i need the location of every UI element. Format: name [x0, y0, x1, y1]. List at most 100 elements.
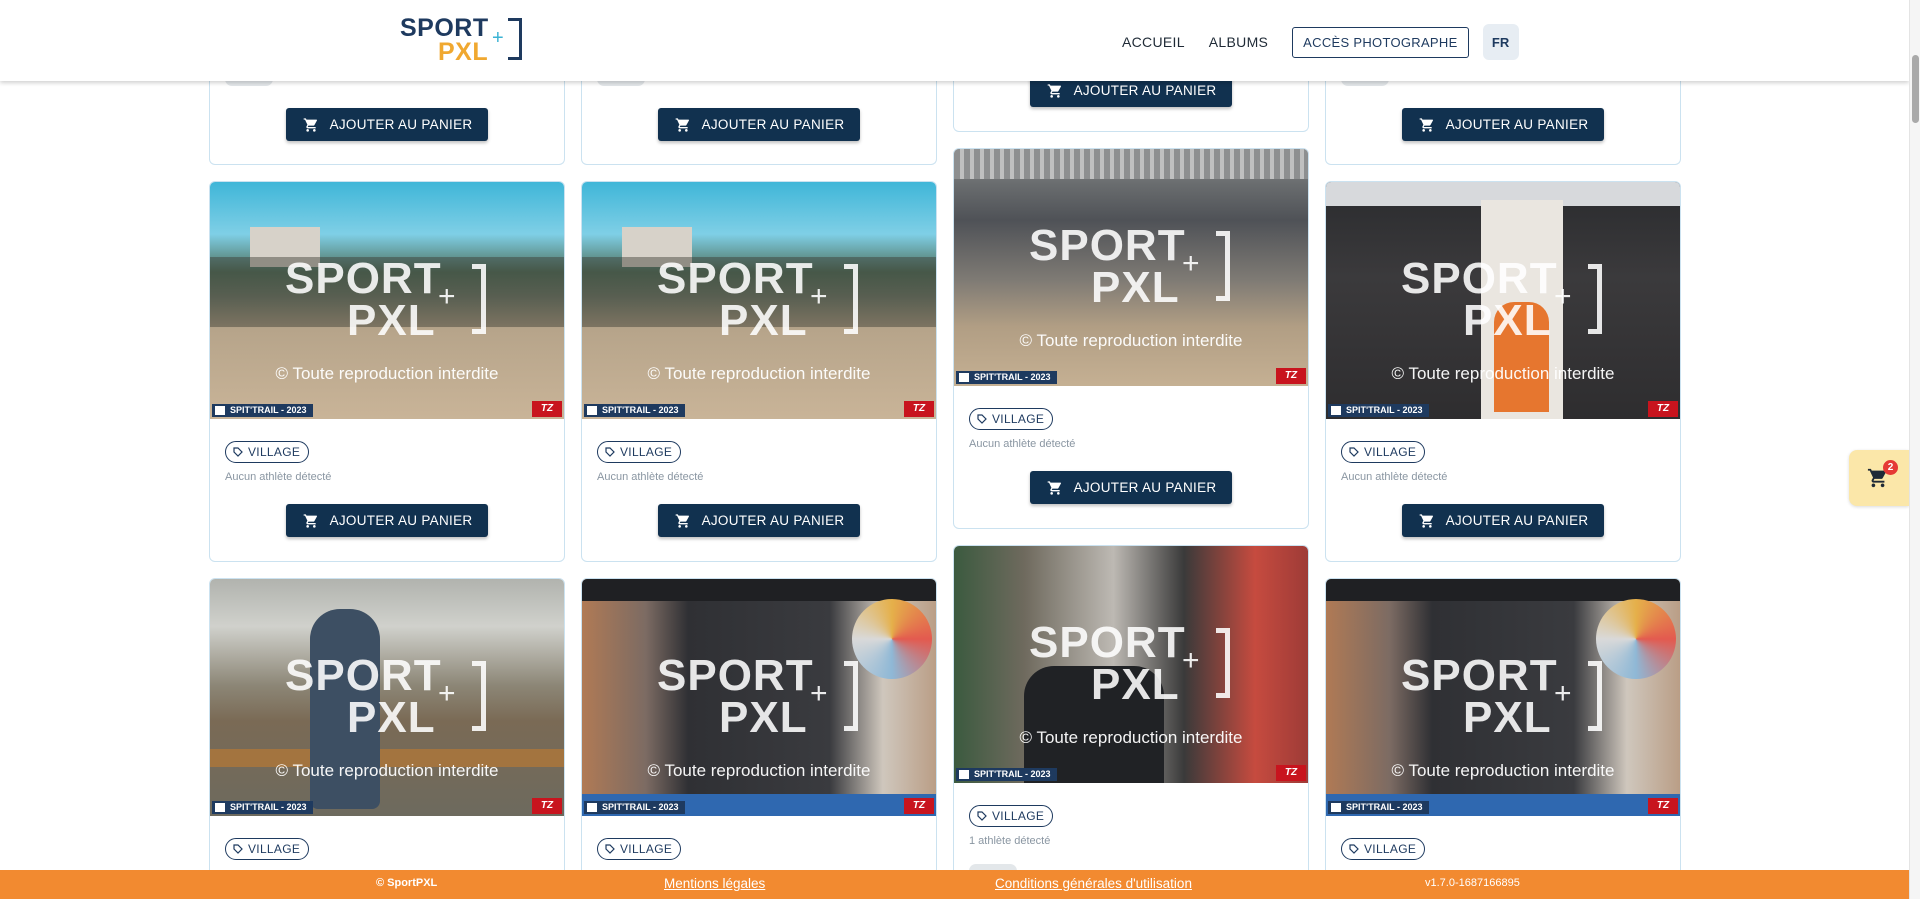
tag-chip[interactable]: VILLAGE [597, 838, 682, 860]
tag-chip[interactable]: VILLAGE [1341, 838, 1426, 860]
add-to-cart-button[interactable]: AJOUTER AU PANIER [1402, 504, 1604, 537]
photo-thumbnail[interactable]: SPORT PXL + © Toute reproduction interdi… [954, 546, 1308, 783]
copyright-watermark: © Toute reproduction interdite [275, 364, 499, 383]
event-tag: SPIT'TRAIL - 2023 [956, 371, 1057, 384]
add-to-cart-label: AJOUTER AU PANIER [329, 117, 473, 132]
event-tag: SPIT'TRAIL - 2023 [956, 768, 1057, 781]
add-to-cart-label: AJOUTER AU PANIER [701, 513, 845, 528]
page-footer: © SportPXL Mentions légales Conditions g… [0, 870, 1909, 899]
tag-icon [233, 844, 243, 854]
add-to-cart-button[interactable]: AJOUTER AU PANIER [1030, 471, 1232, 504]
tag-icon [1349, 844, 1359, 854]
photo-thumbnail[interactable]: SPORT PXL + © Toute reproduction interdi… [954, 149, 1308, 386]
copyright-watermark: © Toute reproduction interdite [1019, 728, 1243, 747]
copyright-watermark: © Toute reproduction interdite [1391, 761, 1615, 780]
tag-chip[interactable]: VILLAGE [225, 441, 310, 463]
photo-card[interactable]: SPORT PXL + © Toute reproduction interdi… [1325, 578, 1681, 898]
tag-icon [605, 447, 615, 457]
photo-thumbnail[interactable]: SPORT PXL + © Toute reproduction interdi… [210, 579, 564, 816]
photo-card[interactable]: SPORT PXL + © Toute reproduction interdi… [209, 181, 565, 562]
event-tag: SPIT'TRAIL - 2023 [212, 404, 313, 417]
tag-chip[interactable]: VILLAGE [969, 805, 1054, 827]
photo-card[interactable]: SPORT PXL + © Toute reproduction interdi… [953, 545, 1309, 898]
cart-icon [303, 513, 317, 528]
athlete-detection: Aucun athlète détecté [597, 471, 704, 483]
tag-icon [233, 447, 243, 457]
watermark: SPORT PXL + © Toute reproduction interdi… [1326, 182, 1680, 419]
photo-thumbnail[interactable]: SPORT PXL + © Toute reproduction interdi… [210, 182, 564, 419]
add-to-cart-button[interactable]: AJOUTER AU PANIER [658, 504, 860, 537]
brand-corner-logo: TZ [1276, 368, 1306, 384]
add-to-cart-button[interactable]: AJOUTER AU PANIER [1402, 108, 1604, 141]
brand-corner-logo: TZ [904, 401, 934, 417]
scrollbar-thumb[interactable] [1912, 55, 1919, 123]
tag-chip[interactable]: VILLAGE [225, 838, 310, 860]
cart-icon [675, 513, 689, 528]
event-tag: SPIT'TRAIL - 2023 [584, 801, 685, 814]
photo-thumbnail[interactable]: SPORT PXL + © Toute reproduction interdi… [582, 182, 936, 419]
top-header: SPORT PXL + ACCUEIL ALBUMS ACCÈS PHOTOGR… [0, 0, 1909, 81]
tag-icon [977, 811, 987, 821]
app-version: v1.7.0-1687166895 [1425, 877, 1520, 889]
logo-plus: + [492, 27, 504, 49]
cart-count-badge: 2 [1883, 460, 1898, 475]
footer-copyright: © SportPXL [376, 877, 438, 889]
photo-thumbnail[interactable]: SPORT PXL + © Toute reproduction interdi… [1326, 182, 1680, 419]
tag-chip[interactable]: VILLAGE [597, 441, 682, 463]
event-tag: SPIT'TRAIL - 2023 [584, 404, 685, 417]
add-to-cart-button[interactable]: AJOUTER AU PANIER [286, 108, 488, 141]
terms-link[interactable]: Conditions générales d'utilisation [995, 876, 1192, 891]
brand-corner-logo: TZ [904, 798, 934, 814]
add-to-cart-button[interactable]: AJOUTER AU PANIER [286, 504, 488, 537]
photo-card[interactable]: SPORT PXL + © Toute reproduction interdi… [953, 148, 1309, 529]
cart-icon [1419, 117, 1433, 132]
photo-card[interactable]: SPORT PXL + © Toute reproduction interdi… [581, 578, 937, 898]
athlete-detection: Aucun athlète détecté [969, 438, 1076, 450]
photo-thumbnail[interactable]: SPORT PXL + © Toute reproduction interdi… [582, 579, 936, 816]
photographer-access-button[interactable]: ACCÈS PHOTOGRAPHE [1292, 26, 1469, 58]
athlete-detection: Aucun athlète détecté [225, 471, 332, 483]
add-to-cart-label: AJOUTER AU PANIER [701, 117, 845, 132]
copyright-watermark: © Toute reproduction interdite [647, 761, 871, 780]
floating-cart-button[interactable]: 2 [1849, 450, 1909, 506]
tag-chip[interactable]: VILLAGE [969, 408, 1054, 430]
copyright-watermark: © Toute reproduction interdite [647, 364, 871, 383]
watermark: SPORT PXL + © Toute reproduction interdi… [210, 182, 564, 419]
photo-card[interactable]: SPORT PXL + © Toute reproduction interdi… [581, 181, 937, 562]
copyright-watermark: © Toute reproduction interdite [1019, 331, 1243, 350]
nav-albums[interactable]: ALBUMS [1197, 26, 1280, 58]
add-to-cart-label: AJOUTER AU PANIER [329, 513, 473, 528]
cart-icon [1047, 83, 1061, 98]
event-tag: SPIT'TRAIL - 2023 [1328, 404, 1429, 417]
logo-bracket [508, 18, 522, 60]
add-to-cart-label: AJOUTER AU PANIER [1445, 513, 1589, 528]
photo-card[interactable]: SPORT PXL + © Toute reproduction interdi… [209, 578, 565, 898]
watermark: SPORT PXL + © Toute reproduction interdi… [582, 579, 936, 816]
brand-corner-logo: TZ [1648, 401, 1678, 417]
brand-corner-logo: TZ [532, 798, 562, 814]
tag-icon [605, 844, 615, 854]
legal-notice-link[interactable]: Mentions légales [664, 876, 765, 891]
sportpxl-logo[interactable]: SPORT PXL + [400, 14, 524, 66]
tag-icon [977, 414, 987, 424]
photo-thumbnail[interactable]: SPORT PXL + © Toute reproduction interdi… [1326, 579, 1680, 816]
page-scrollbar[interactable] [1909, 0, 1920, 899]
cart-icon [675, 117, 689, 132]
add-to-cart-button[interactable]: AJOUTER AU PANIER [658, 108, 860, 141]
language-selector[interactable]: FR [1482, 24, 1519, 60]
tag-chip[interactable]: VILLAGE [1341, 441, 1426, 463]
copyright-watermark: © Toute reproduction interdite [1391, 364, 1615, 383]
brand-corner-logo: TZ [532, 401, 562, 417]
brand-corner-logo: TZ [1648, 798, 1678, 814]
watermark: SPORT PXL + © Toute reproduction interdi… [210, 579, 564, 816]
watermark: SPORT PXL + © Toute reproduction interdi… [954, 546, 1308, 783]
add-to-cart-label: AJOUTER AU PANIER [1073, 480, 1217, 495]
tag-icon [1349, 447, 1359, 457]
nav-home[interactable]: ACCUEIL [1110, 26, 1197, 58]
add-to-cart-label: AJOUTER AU PANIER [1073, 83, 1217, 98]
cart-icon [1419, 513, 1433, 528]
copyright-watermark: © Toute reproduction interdite [275, 761, 499, 780]
photo-card[interactable]: SPORT PXL + © Toute reproduction interdi… [1325, 181, 1681, 562]
watermark: SPORT PXL + © Toute reproduction interdi… [954, 149, 1308, 386]
cart-icon [1047, 480, 1061, 495]
